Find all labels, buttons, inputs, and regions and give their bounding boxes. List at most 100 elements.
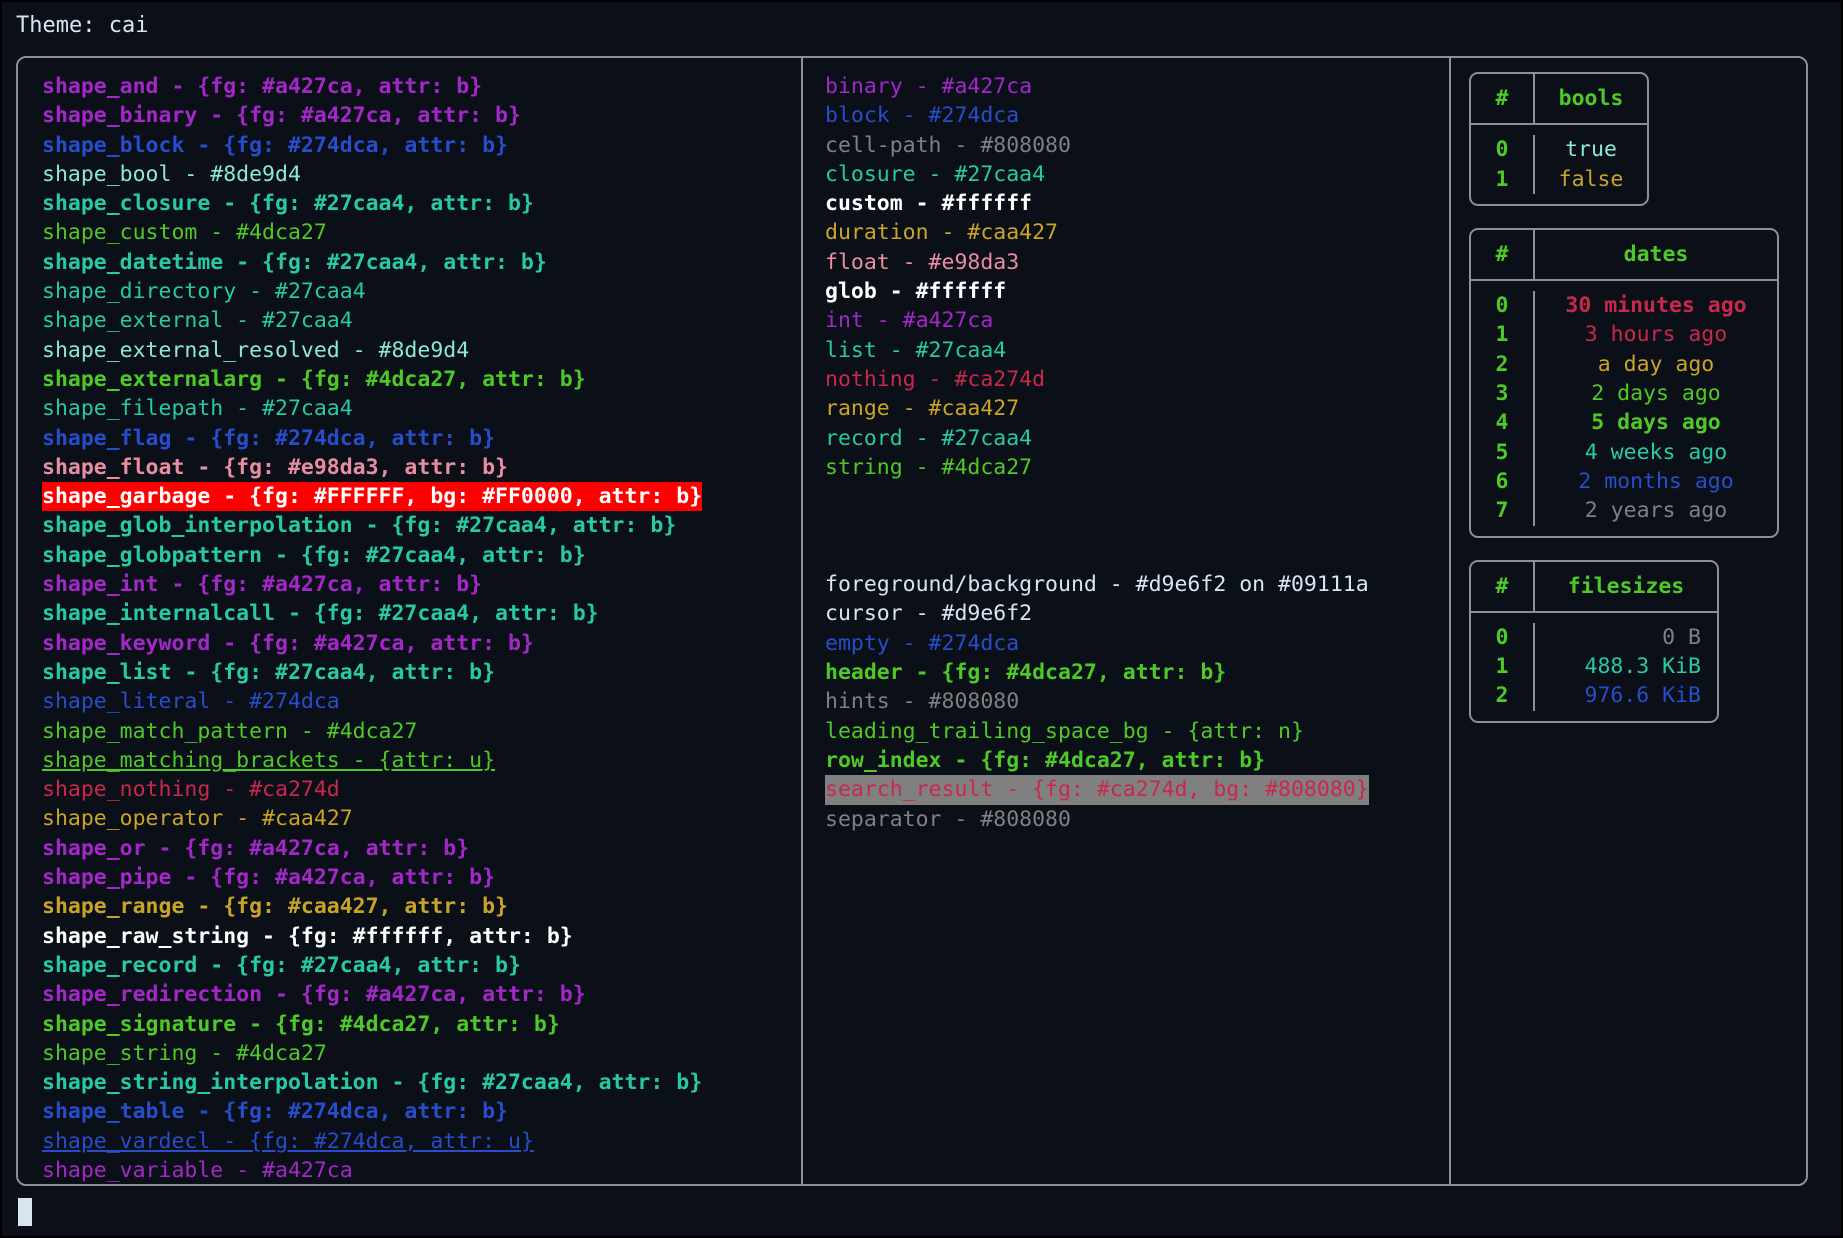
terminal-screen: Theme: cai shape_and - {fg: #a427ca, att… <box>0 0 1843 1238</box>
column-header-value: dates <box>1623 241 1689 267</box>
shape-entry-line: shape_variable - #a427ca <box>42 1156 801 1184</box>
shape-entry-line: shape_binary - {fg: #a427ca, attr: b} <box>42 101 801 130</box>
type-entry-row: binary - #a427ca <box>825 74 1033 99</box>
shape-entry-row: shape_pipe - {fg: #a427ca, attr: b} <box>42 865 496 891</box>
theme-preview-panel: shape_and - {fg: #a427ca, attr: b} shape_… <box>16 56 1808 1186</box>
type-entry-row: nothing - #ca274d <box>825 366 1046 392</box>
shape-entry-line: shape_externalarg - {fg: #4dca27, attr: … <box>42 365 801 394</box>
type-entry-line: block - #274dca <box>825 101 1449 130</box>
type-entry-row: int - #a427ca <box>825 308 994 334</box>
shape-entry-line: shape_bool - #8de9d4 <box>42 160 801 189</box>
table-body: 0 true 1 false <box>1471 125 1647 204</box>
column-header-value: filesizes <box>1567 573 1685 599</box>
cell-value: true <box>1565 137 1617 163</box>
shape-entry-line: shape_directory - #27caa4 <box>42 277 801 306</box>
ui-entry-row: foreground/background - #d9e6f2 on #0911… <box>825 572 1369 598</box>
shape-entry-row: shape_nothing - #ca274d <box>42 777 340 803</box>
table-row: 0 true <box>1471 135 1647 165</box>
shape-entry-line: shape_literal - #274dca <box>42 687 801 716</box>
shape-entry-line: shape_string - #4dca27 <box>42 1039 801 1068</box>
shape-entry-row: shape_externalarg - {fg: #4dca27, attr: … <box>42 366 586 392</box>
type-entry-row: list - #27caa4 <box>825 337 1007 363</box>
ui-entry-row: empty - #274dca <box>825 630 1020 656</box>
ui-entry-row: search_result - {fg: #ca274d, bg: #80808… <box>825 775 1369 805</box>
terminal-cursor <box>18 1198 32 1226</box>
shape-entry-row: shape_int - {fg: #a427ca, attr: b} <box>42 572 483 598</box>
ui-entry-line: leading_trailing_space_bg - {attr: n} <box>825 717 1449 746</box>
column-header-value: bools <box>1558 86 1624 111</box>
type-entry-row: closure - #27caa4 <box>825 161 1046 187</box>
shape-entry-row: shape_external - #27caa4 <box>42 308 353 334</box>
column-header-index: # <box>1471 229 1535 280</box>
shape-entry-row: shape_matching_brackets - {attr: u} <box>42 747 496 773</box>
table-row: 1 false <box>1471 164 1647 194</box>
shape-entry-line: shape_table - {fg: #274dca, attr: b} <box>42 1097 801 1126</box>
type-entry-row: glob - #ffffff <box>825 279 1007 305</box>
cell-value: 976.6 KiB <box>1584 683 1702 709</box>
shape-entry-row: shape_bool - #8de9d4 <box>42 161 301 187</box>
type-entry-line: glob - #ffffff <box>825 277 1449 306</box>
shape-entry-row: shape_range - {fg: #caa427, attr: b} <box>42 894 508 920</box>
type-entry-line: duration - #caa427 <box>825 218 1449 247</box>
cell-index: 3 <box>1471 379 1535 409</box>
shape-entry-row: shape_globpattern - {fg: #27caa4, attr: … <box>42 542 586 568</box>
table-filesizes: # filesizes 0 0 B 1 488.3 KiB 2 976.6 KiB <box>1469 559 1719 723</box>
cell-index: 6 <box>1471 466 1535 497</box>
ui-entry-line: foreground/background - #d9e6f2 on #0911… <box>825 570 1449 599</box>
table-header-row: # filesizes <box>1471 561 1717 613</box>
shapes-column: shape_and - {fg: #a427ca, attr: b} shape_… <box>18 58 801 1184</box>
type-entry-row: string - #4dca27 <box>825 454 1033 480</box>
shape-entry-line: shape_block - {fg: #274dca, attr: b} <box>42 131 801 160</box>
cell-index: 7 <box>1471 496 1535 526</box>
table-row: 1 3 hours ago <box>1471 320 1777 350</box>
shape-entry-row: shape_string - #4dca27 <box>42 1040 327 1066</box>
ui-entry-row: hints - #808080 <box>825 689 1020 715</box>
shape-entry-line: shape_datetime - {fg: #27caa4, attr: b} <box>42 248 801 277</box>
shape-entry-line: shape_garbage - {fg: #FFFFFF, bg: #FF000… <box>42 482 801 512</box>
cell-value: a day ago <box>1597 351 1715 377</box>
page-title: Theme: cai <box>16 13 149 38</box>
ui-entry-row: separator - #808080 <box>825 806 1071 832</box>
shape-entry-line: shape_range - {fg: #caa427, attr: b} <box>42 892 801 921</box>
table-row: 7 2 years ago <box>1471 496 1777 526</box>
shape-entry-row: shape_operator - #caa427 <box>42 806 353 832</box>
cell-value: 4 weeks ago <box>1584 439 1728 465</box>
shape-entry-line: shape_string_interpolation - {fg: #27caa… <box>42 1068 801 1097</box>
shape-entry-row: shape_or - {fg: #a427ca, attr: b} <box>42 835 470 861</box>
shape-entry-line: shape_raw_string - {fg: #ffffff, attr: b… <box>42 922 801 951</box>
cell-index: 1 <box>1471 320 1535 350</box>
ui-entry-line: search_result - {fg: #ca274d, bg: #80808… <box>825 775 1449 805</box>
table-header-row: # dates <box>1471 229 1777 282</box>
shape-entry-row: shape_table - {fg: #274dca, attr: b} <box>42 1099 508 1125</box>
table-row: 2 976.6 KiB <box>1471 681 1717 711</box>
shape-entry-row: shape_glob_interpolation - {fg: #27caa4,… <box>42 513 677 539</box>
shape-entry-row: shape_filepath - #27caa4 <box>42 396 353 422</box>
shape-entry-line: shape_flag - {fg: #274dca, attr: b} <box>42 424 801 453</box>
cell-value: 2 months ago <box>1578 468 1734 494</box>
table-row: 1 488.3 KiB <box>1471 652 1717 682</box>
cell-index: 4 <box>1471 408 1535 438</box>
type-entry-line: string - #4dca27 <box>825 453 1449 482</box>
shape-entry-row: shape_keyword - {fg: #a427ca, attr: b} <box>42 630 534 656</box>
shape-entry-row: shape_binary - {fg: #a427ca, attr: b} <box>42 103 521 129</box>
ui-entry-line: row_index - {fg: #4dca27, attr: b} <box>825 746 1449 775</box>
shape-entry-row: shape_and - {fg: #a427ca, attr: b} <box>42 74 483 99</box>
cell-index: 5 <box>1471 437 1535 467</box>
shape-entry-row: shape_record - {fg: #27caa4, attr: b} <box>42 952 521 978</box>
type-entry-row: duration - #caa427 <box>825 220 1058 246</box>
shape-entry-line: shape_match_pattern - #4dca27 <box>42 717 801 746</box>
type-entry-line: closure - #27caa4 <box>825 160 1449 189</box>
shape-entry-row: shape_flag - {fg: #274dca, attr: b} <box>42 425 496 451</box>
shape-entry-line: shape_signature - {fg: #4dca27, attr: b} <box>42 1010 801 1039</box>
shape-entry-row: shape_closure - {fg: #27caa4, attr: b} <box>42 191 534 217</box>
shape-entry-line: shape_globpattern - {fg: #27caa4, attr: … <box>42 541 801 570</box>
shape-entry-line: shape_pipe - {fg: #a427ca, attr: b} <box>42 863 801 892</box>
shape-entry-row: shape_vardecl - {fg: #274dca, attr: u} <box>42 1128 534 1154</box>
ui-entry-line: cursor - #d9e6f2 <box>825 599 1449 628</box>
ui-list: foreground/background - #d9e6f2 on #0911… <box>825 570 1449 834</box>
ui-entry-line: empty - #274dca <box>825 629 1449 658</box>
column-header-index: # <box>1471 561 1535 611</box>
table-row: 0 30 minutes ago <box>1471 291 1777 321</box>
cell-index: 0 <box>1471 135 1535 165</box>
type-entry-line: int - #a427ca <box>825 306 1449 335</box>
